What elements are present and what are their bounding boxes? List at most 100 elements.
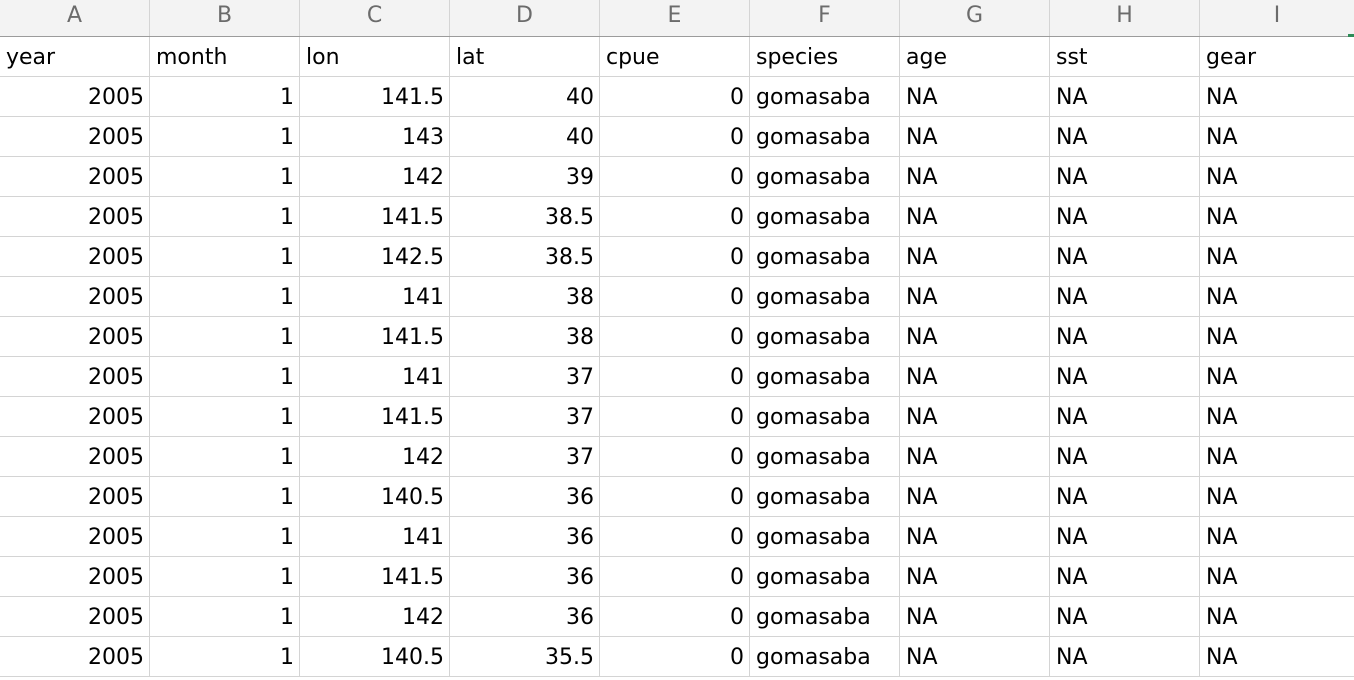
cell-lat[interactable]: 39 bbox=[450, 157, 600, 197]
cell-lon[interactable]: 141 bbox=[300, 357, 450, 397]
cell-year[interactable]: 2005 bbox=[0, 517, 150, 557]
cell-lat[interactable]: 38.5 bbox=[450, 237, 600, 277]
cell-lat[interactable]: 38 bbox=[450, 277, 600, 317]
cell-species[interactable]: gomasaba bbox=[750, 197, 900, 237]
cell-cpue[interactable]: 0 bbox=[600, 197, 750, 237]
cell-year[interactable]: 2005 bbox=[0, 317, 150, 357]
cell-lat[interactable]: 36 bbox=[450, 597, 600, 637]
cell-month[interactable]: 1 bbox=[150, 157, 300, 197]
cell-lat[interactable]: 40 bbox=[450, 117, 600, 157]
cell-lon[interactable]: 140.5 bbox=[300, 637, 450, 677]
column-header-e[interactable]: E bbox=[600, 0, 750, 36]
cell-lat[interactable]: 37 bbox=[450, 357, 600, 397]
cell-month[interactable]: 1 bbox=[150, 357, 300, 397]
cell-species[interactable]: gomasaba bbox=[750, 477, 900, 517]
cell-species[interactable]: gomasaba bbox=[750, 77, 900, 117]
cell-cpue[interactable]: 0 bbox=[600, 557, 750, 597]
cell-lon[interactable]: 140.5 bbox=[300, 477, 450, 517]
cell-age[interactable]: NA bbox=[900, 597, 1050, 637]
cell-species[interactable]: gomasaba bbox=[750, 357, 900, 397]
cell-year[interactable]: 2005 bbox=[0, 197, 150, 237]
cell-month[interactable]: 1 bbox=[150, 397, 300, 437]
cell-gear[interactable]: NA bbox=[1200, 117, 1354, 157]
cell-year[interactable]: 2005 bbox=[0, 397, 150, 437]
column-header-c[interactable]: C bbox=[300, 0, 450, 36]
cell-lon[interactable]: 141.5 bbox=[300, 317, 450, 357]
cell-month[interactable]: 1 bbox=[150, 637, 300, 677]
cell-sst[interactable]: NA bbox=[1050, 597, 1200, 637]
cell-header-month[interactable]: month bbox=[150, 37, 300, 77]
cell-gear[interactable]: NA bbox=[1200, 317, 1354, 357]
cell-header-sst[interactable]: sst bbox=[1050, 37, 1200, 77]
cell-gear[interactable]: NA bbox=[1200, 197, 1354, 237]
cell-age[interactable]: NA bbox=[900, 557, 1050, 597]
cell-lon[interactable]: 141.5 bbox=[300, 77, 450, 117]
cell-sst[interactable]: NA bbox=[1050, 477, 1200, 517]
cell-cpue[interactable]: 0 bbox=[600, 477, 750, 517]
cell-cpue[interactable]: 0 bbox=[600, 237, 750, 277]
cell-sst[interactable]: NA bbox=[1050, 77, 1200, 117]
cell-age[interactable]: NA bbox=[900, 357, 1050, 397]
cell-sst[interactable]: NA bbox=[1050, 397, 1200, 437]
cell-lat[interactable]: 37 bbox=[450, 397, 600, 437]
cell-cpue[interactable]: 0 bbox=[600, 517, 750, 557]
cell-month[interactable]: 1 bbox=[150, 597, 300, 637]
cell-age[interactable]: NA bbox=[900, 477, 1050, 517]
cell-gear[interactable]: NA bbox=[1200, 437, 1354, 477]
column-header-g[interactable]: G bbox=[900, 0, 1050, 36]
cell-cpue[interactable]: 0 bbox=[600, 157, 750, 197]
cell-lat[interactable]: 40 bbox=[450, 77, 600, 117]
cell-lon[interactable]: 142 bbox=[300, 437, 450, 477]
cell-sst[interactable]: NA bbox=[1050, 357, 1200, 397]
cell-species[interactable]: gomasaba bbox=[750, 237, 900, 277]
column-header-i[interactable]: I bbox=[1200, 0, 1354, 36]
cell-age[interactable]: NA bbox=[900, 77, 1050, 117]
cell-month[interactable]: 1 bbox=[150, 277, 300, 317]
cell-species[interactable]: gomasaba bbox=[750, 597, 900, 637]
cell-species[interactable]: gomasaba bbox=[750, 157, 900, 197]
cell-header-gear[interactable]: gear bbox=[1200, 37, 1354, 77]
cell-month[interactable]: 1 bbox=[150, 437, 300, 477]
column-header-h[interactable]: H bbox=[1050, 0, 1200, 36]
cell-gear[interactable]: NA bbox=[1200, 157, 1354, 197]
cell-species[interactable]: gomasaba bbox=[750, 637, 900, 677]
cell-age[interactable]: NA bbox=[900, 277, 1050, 317]
cell-year[interactable]: 2005 bbox=[0, 77, 150, 117]
cell-species[interactable]: gomasaba bbox=[750, 517, 900, 557]
cell-age[interactable]: NA bbox=[900, 117, 1050, 157]
cell-lon[interactable]: 142 bbox=[300, 157, 450, 197]
cell-species[interactable]: gomasaba bbox=[750, 557, 900, 597]
cell-sst[interactable]: NA bbox=[1050, 197, 1200, 237]
cell-age[interactable]: NA bbox=[900, 317, 1050, 357]
cell-month[interactable]: 1 bbox=[150, 477, 300, 517]
cell-cpue[interactable]: 0 bbox=[600, 597, 750, 637]
cell-cpue[interactable]: 0 bbox=[600, 357, 750, 397]
cell-age[interactable]: NA bbox=[900, 437, 1050, 477]
cell-cpue[interactable]: 0 bbox=[600, 397, 750, 437]
cell-gear[interactable]: NA bbox=[1200, 597, 1354, 637]
cell-age[interactable]: NA bbox=[900, 517, 1050, 557]
cell-gear[interactable]: NA bbox=[1200, 77, 1354, 117]
cell-sst[interactable]: NA bbox=[1050, 277, 1200, 317]
cell-month[interactable]: 1 bbox=[150, 557, 300, 597]
cell-age[interactable]: NA bbox=[900, 237, 1050, 277]
cell-gear[interactable]: NA bbox=[1200, 277, 1354, 317]
cell-year[interactable]: 2005 bbox=[0, 477, 150, 517]
cell-age[interactable]: NA bbox=[900, 397, 1050, 437]
cell-species[interactable]: gomasaba bbox=[750, 277, 900, 317]
cell-gear[interactable]: NA bbox=[1200, 637, 1354, 677]
cell-cpue[interactable]: 0 bbox=[600, 437, 750, 477]
cell-lat[interactable]: 36 bbox=[450, 517, 600, 557]
cell-lon[interactable]: 141.5 bbox=[300, 197, 450, 237]
cell-lon[interactable]: 142.5 bbox=[300, 237, 450, 277]
cell-cpue[interactable]: 0 bbox=[600, 637, 750, 677]
cell-species[interactable]: gomasaba bbox=[750, 317, 900, 357]
cell-lat[interactable]: 38 bbox=[450, 317, 600, 357]
cell-year[interactable]: 2005 bbox=[0, 357, 150, 397]
cell-sst[interactable]: NA bbox=[1050, 157, 1200, 197]
cell-year[interactable]: 2005 bbox=[0, 437, 150, 477]
cell-age[interactable]: NA bbox=[900, 197, 1050, 237]
cell-cpue[interactable]: 0 bbox=[600, 277, 750, 317]
cell-year[interactable]: 2005 bbox=[0, 557, 150, 597]
cell-header-lon[interactable]: lon bbox=[300, 37, 450, 77]
